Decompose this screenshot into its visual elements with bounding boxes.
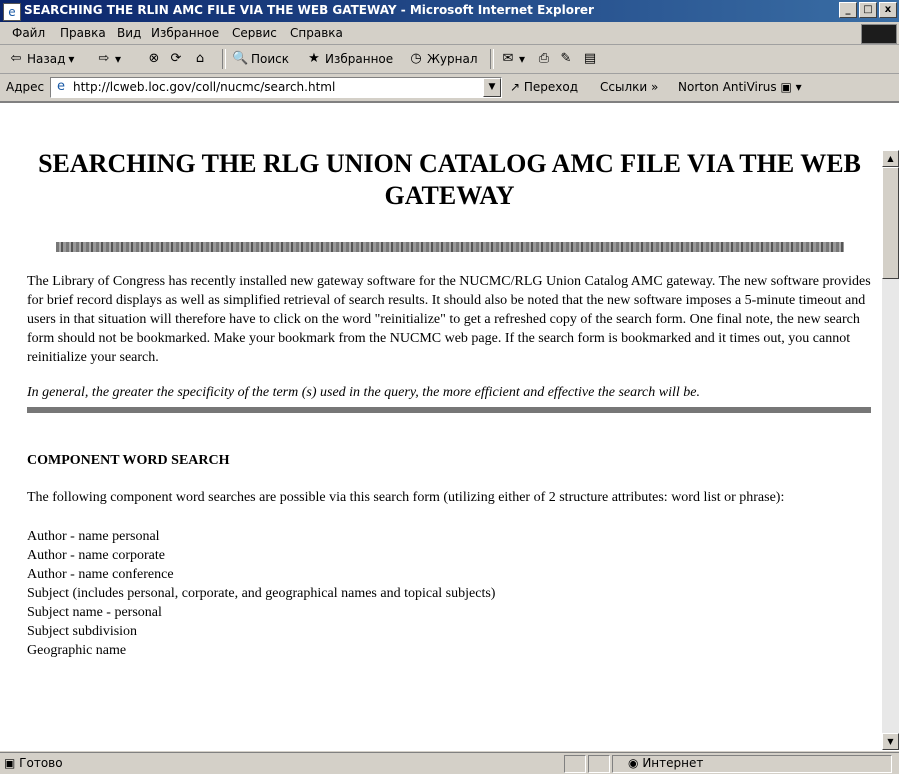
status-cell	[564, 755, 586, 773]
status-text: Готово	[19, 756, 63, 770]
windows-logo-icon	[861, 24, 897, 44]
back-arrow-icon: ⇦	[10, 51, 22, 66]
home-icon: ⌂	[195, 51, 205, 66]
address-input[interactable]: e http://lcweb.loc.gov/coll/nucmc/search…	[50, 77, 502, 98]
history-button[interactable]: ◷ Журнал	[408, 51, 478, 67]
ie-app-icon[interactable]: e	[3, 3, 21, 21]
list-item: Author - name conference	[27, 567, 174, 582]
note-paragraph: In general, the greater the specificity …	[27, 385, 700, 400]
search-types-list: Author - name personal Author - name cor…	[27, 527, 872, 660]
search-icon: 🔍	[232, 51, 249, 66]
stop-icon: ⊗	[148, 51, 160, 66]
refresh-button[interactable]: ⟳	[168, 51, 184, 67]
scroll-down-button[interactable]: ▼	[882, 733, 899, 750]
history-label: Журнал	[427, 52, 478, 66]
status-text-area: ▣ Готово	[4, 756, 63, 770]
print-button[interactable]: ⎙	[536, 51, 552, 67]
scroll-up-button[interactable]: ▲	[882, 150, 899, 167]
favorites-label: Избранное	[325, 52, 394, 66]
menu-edit[interactable]: Правка	[60, 26, 106, 40]
address-url[interactable]: http://lcweb.loc.gov/coll/nucmc/search.h…	[73, 80, 335, 94]
back-button[interactable]: ⇦ Назад ▾	[8, 51, 75, 67]
zone-label: Интернет	[642, 756, 704, 770]
vertical-scrollbar[interactable]: ▲ ▼	[882, 150, 899, 750]
status-cell	[588, 755, 610, 773]
links-label: Ссылки	[600, 80, 648, 94]
search-button[interactable]: 🔍 Поиск	[232, 51, 289, 67]
section-paragraph: The following component word searches ar…	[27, 490, 785, 505]
menu-bar: Файл Правка Вид Избранное Сервис Справка	[0, 22, 899, 45]
security-zone: ◉ Интернет	[628, 756, 703, 770]
list-item: Subject (includes personal, corporate, a…	[27, 586, 496, 601]
list-item: Author - name corporate	[27, 548, 165, 563]
forward-dropdown-icon: ▾	[115, 52, 122, 66]
refresh-icon: ⟳	[170, 51, 182, 66]
section-heading: COMPONENT WORD SEARCH	[27, 453, 230, 468]
go-arrow-icon: ↗	[510, 80, 521, 94]
menu-favorites[interactable]: Избранное	[151, 26, 219, 40]
toolbar-separator	[222, 49, 226, 69]
standard-toolbar: ⇦ Назад ▾ ⇨ ▾ ⊗ ⟳ ⌂ 🔍 Поиск ★ Избранное …	[0, 45, 899, 74]
toolbar-separator	[490, 49, 494, 69]
page-content: SEARCHING THE RLG UNION CATALOG AMC FILE…	[27, 104, 872, 660]
close-button[interactable]: x	[879, 2, 897, 18]
stop-button[interactable]: ⊗	[146, 51, 162, 67]
window-controls: _ □ x	[839, 2, 897, 18]
intro-paragraph: The Library of Congress has recently ins…	[27, 274, 871, 365]
print-icon: ⎙	[538, 51, 550, 66]
favorites-button[interactable]: ★ Избранное	[306, 51, 393, 67]
list-item: Geographic name	[27, 643, 127, 658]
status-bar: ▣ Готово ◉ Интернет	[0, 752, 899, 774]
norton-label: Norton AntiVirus	[678, 80, 777, 94]
page-status-icon: ▣	[4, 756, 16, 770]
page-icon: e	[57, 79, 65, 94]
home-button[interactable]: ⌂	[192, 51, 208, 67]
edit-button[interactable]: ✎	[558, 51, 574, 67]
menu-file[interactable]: Файл	[12, 26, 45, 40]
menu-tools[interactable]: Сервис	[232, 26, 277, 40]
mail-dropdown-icon: ▾	[519, 52, 526, 66]
title-bar: e SEARCHING THE RLIN AMC FILE VIA THE WE…	[0, 0, 899, 22]
globe-icon: ◉	[628, 756, 639, 770]
address-bar: Адрес e http://lcweb.loc.gov/coll/nucmc/…	[0, 74, 899, 102]
search-label: Поиск	[251, 52, 290, 66]
window-title: SEARCHING THE RLIN AMC FILE VIA THE WEB …	[24, 3, 594, 17]
address-label: Адрес	[6, 80, 45, 94]
edit-icon: ✎	[560, 51, 572, 66]
forward-arrow-icon: ⇨	[98, 51, 110, 66]
list-item: Subject name - personal	[27, 605, 162, 620]
horizontal-rule	[27, 407, 871, 413]
document-icon: ▤	[583, 51, 597, 66]
go-label: Переход	[523, 80, 579, 94]
list-item: Author - name personal	[27, 529, 160, 544]
address-dropdown-button[interactable]: ▼	[483, 78, 501, 97]
page-title: SEARCHING THE RLG UNION CATALOG AMC FILE…	[38, 149, 861, 210]
go-button[interactable]: ↗ Переход	[510, 80, 578, 94]
discuss-button[interactable]: ▤	[582, 51, 598, 67]
chevron-right-icon: »	[651, 80, 659, 94]
links-button[interactable]: Ссылки »	[600, 80, 658, 94]
forward-button[interactable]: ⇨ ▾	[96, 51, 121, 67]
decorative-divider	[55, 242, 844, 252]
list-item: Subject subdivision	[27, 624, 138, 639]
back-label: Назад	[27, 52, 66, 66]
mail-button[interactable]: ✉ ▾	[500, 51, 525, 67]
history-icon: ◷	[410, 51, 422, 66]
norton-icon: ▣ ▾	[780, 80, 802, 94]
scroll-thumb[interactable]	[882, 167, 899, 279]
favorites-icon: ★	[308, 51, 320, 66]
menu-help[interactable]: Справка	[290, 26, 343, 40]
back-dropdown-icon: ▾	[68, 52, 75, 66]
minimize-button[interactable]: _	[839, 2, 857, 18]
mail-icon: ✉	[502, 51, 514, 66]
menu-view[interactable]: Вид	[117, 26, 141, 40]
norton-antivirus-button[interactable]: Norton AntiVirus ▣ ▾	[678, 80, 802, 94]
maximize-button[interactable]: □	[859, 2, 877, 18]
